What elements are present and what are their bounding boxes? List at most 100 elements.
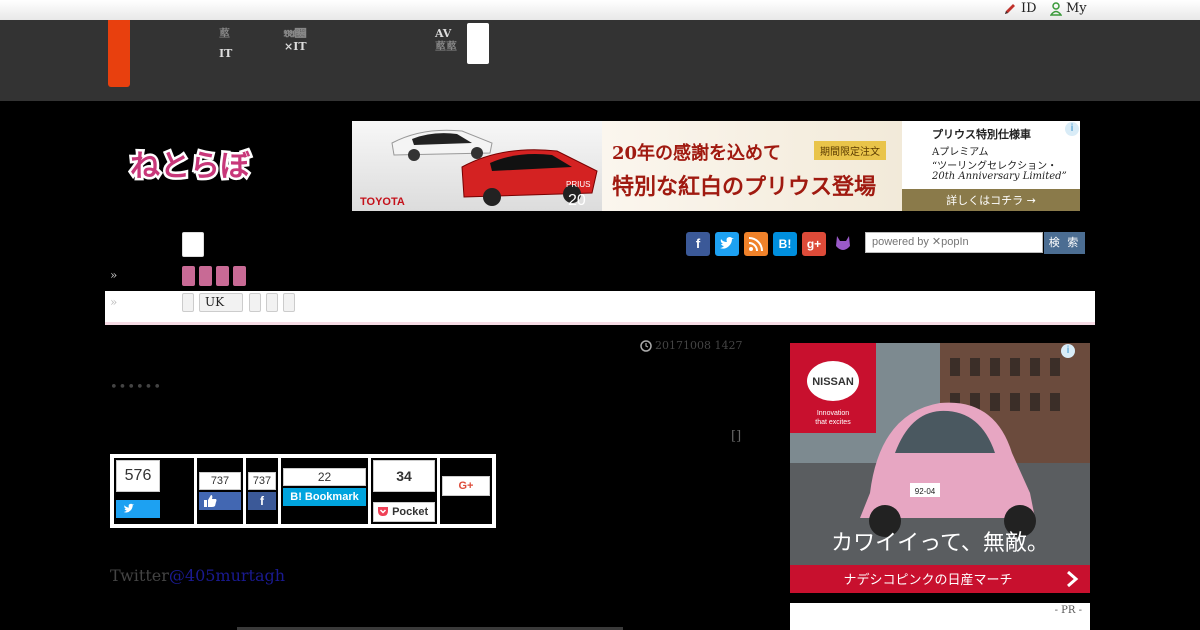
user-icon (1050, 1, 1062, 16)
clock-icon (640, 339, 652, 352)
site-logo-tab[interactable] (108, 20, 130, 87)
banner-right-title: プリウス特別仕様車 (932, 128, 1031, 141)
side-ad-cta: ナデシコピンクの日産マーチ (843, 572, 1012, 588)
google-plus-icon[interactable]: g+ (802, 232, 826, 256)
twitter-share-icon[interactable] (715, 232, 739, 256)
hatena-bookmark-icon[interactable]: B! (773, 232, 797, 256)
banner-right-line3: 20th Anniversary Limited” (932, 171, 1067, 182)
facebook-share-icon[interactable]: f (686, 232, 710, 256)
id-label: ID (1021, 1, 1037, 16)
rss-icon (748, 237, 763, 252)
twitter-prefix: Twitter (110, 566, 169, 585)
id-link[interactable]: ID (1003, 1, 1037, 16)
facebook-f-icon: f (260, 494, 264, 508)
nav-item-av-line1: AV (435, 27, 452, 40)
pr-block: - PR - (790, 603, 1090, 630)
category-tag[interactable] (233, 266, 246, 286)
thumbs-up-icon (204, 495, 217, 507)
nav-item-it-line1: 𦸃 (219, 27, 230, 40)
banner-car-image: TOYOTA PRIUS 20 (352, 121, 602, 211)
pencil-icon (1005, 3, 1015, 14)
breadcrumb-home-box[interactable] (182, 232, 204, 257)
pocket-label: Pocket (392, 506, 429, 518)
facebook-like-cell: 737 (197, 458, 243, 524)
article-bracket: [] (731, 429, 742, 444)
banner-model-number: 20 (568, 192, 586, 209)
banner-cta-button[interactable]: 詳しくはコチラ → (902, 189, 1080, 211)
sidebar-ad[interactable]: NISSAN Innovation that excites 92-04 カワイ… (790, 343, 1090, 593)
my-link[interactable]: My (1050, 1, 1087, 16)
ad-info-icon[interactable]: i (1061, 344, 1075, 358)
tag-button[interactable] (283, 293, 295, 312)
nissan-tagline-2: that excites (815, 419, 851, 426)
nav-item-x-it-line2: ×IT (284, 40, 307, 53)
side-ad-headline: カワイイって、無敵。 (831, 531, 1049, 556)
global-nav: 𦸃 IT 𝔅𝔄𝔆 ×IT AV 𦸃𦸃 (0, 20, 1200, 101)
like-count: 737 (199, 472, 241, 490)
banner-ad[interactable]: TOYOTA PRIUS 20 20年の感謝を込めて 期間限定注文 特別な紅白の… (352, 121, 1080, 211)
share-panel: 576 737 737 f 22 B! Bookmark 34 Pocket G… (110, 454, 496, 528)
tweet-count: 576 (116, 460, 160, 492)
pr-label: - PR - (1054, 605, 1082, 616)
search-input[interactable] (865, 232, 1043, 253)
pocket-cell: 34 Pocket (371, 458, 437, 524)
rss-feed-icon[interactable] (744, 232, 768, 256)
category-tag[interactable] (199, 266, 212, 286)
banner-copy: 20年の感謝を込めて 期間限定注文 特別な紅白のプリウス登場 (602, 121, 902, 211)
car-illustration: TOYOTA PRIUS 20 (360, 129, 598, 209)
hatena-bookmark-button[interactable]: B! Bookmark (283, 488, 366, 506)
banner-badge: 期間限定注文 (814, 141, 886, 160)
nav-item-x-it-line1: 𝔅𝔄𝔆 (284, 27, 306, 40)
nav-item-it[interactable]: 𦸃 IT (219, 27, 232, 60)
nav-item-it-line2: IT (219, 47, 233, 60)
article-dots: •••••• (110, 380, 163, 395)
facebook-share-button[interactable]: f (248, 492, 276, 510)
hatena-bookmark-cell: 22 B! Bookmark (281, 458, 368, 524)
google-plus-cell: G+ (440, 458, 492, 524)
category-tag[interactable] (216, 266, 229, 286)
breadcrumb-separator: » (110, 295, 118, 309)
twitter-bird-icon (123, 503, 135, 513)
banner-right-line1: Aプレミアム (932, 147, 989, 158)
google-plus-button[interactable]: G+ (442, 476, 490, 496)
article-timestamp: 20171008 1427 (640, 339, 742, 352)
facebook-like-button[interactable] (199, 492, 241, 510)
banner-right-line2: “ツーリングセレクション・ (932, 161, 1058, 172)
site-logo[interactable]: ねとらぼ ねとらぼ (128, 140, 258, 190)
tweet-share-cell: 576 (114, 458, 194, 524)
site-logo-text: ねとらぼ (130, 149, 251, 184)
nissan-tagline-1: Innovation (817, 410, 849, 417)
nissan-brand: NISSAN (812, 376, 854, 388)
nav-search-box[interactable] (467, 23, 489, 64)
tag-button[interactable] (249, 293, 261, 312)
tag-button[interactable] (266, 293, 278, 312)
pocket-count: 34 (373, 460, 435, 492)
nav-item-x-it[interactable]: 𝔅𝔄𝔆 ×IT (284, 27, 307, 53)
search-button[interactable]: 検 索 (1044, 232, 1085, 254)
nissan-ad-image: NISSAN Innovation that excites 92-04 カワイ… (790, 343, 1090, 593)
tag-button[interactable] (182, 293, 194, 312)
facebook-share-cell: 737 f (246, 458, 278, 524)
mascot-cat-icon[interactable] (831, 232, 855, 256)
twitter-credit: Twitter@405murtagh (110, 566, 285, 585)
pocket-icon (378, 507, 388, 516)
category-tag[interactable] (182, 266, 195, 286)
ad-info-icon[interactable]: i (1065, 122, 1079, 136)
tweet-button[interactable] (116, 500, 160, 518)
banner-details: プリウス特別仕様車 Aプレミアム “ツーリングセレクション・ 20th Anni… (902, 121, 1080, 211)
timestamp-text: 20171008 1427 (655, 339, 743, 352)
license-plate: 92-04 (915, 487, 936, 496)
banner-model: PRIUS (566, 180, 590, 189)
banner-brand: TOYOTA (360, 196, 405, 208)
my-label: My (1066, 1, 1087, 16)
twitter-bird-icon (720, 237, 734, 249)
tag-button-uk[interactable]: UK (199, 293, 243, 312)
banner-headline-1: 20年の感謝を込めて (612, 143, 782, 164)
breadcrumb-separator: » (110, 268, 118, 282)
pocket-button[interactable]: Pocket (373, 502, 435, 522)
hatena-count: 22 (283, 468, 366, 486)
twitter-handle-link[interactable]: @405murtagh (169, 566, 285, 585)
facebook-count: 737 (248, 472, 276, 490)
nav-item-av-line2: 𦸃𦸃 (435, 40, 457, 53)
nav-item-av[interactable]: AV 𦸃𦸃 (435, 27, 457, 53)
